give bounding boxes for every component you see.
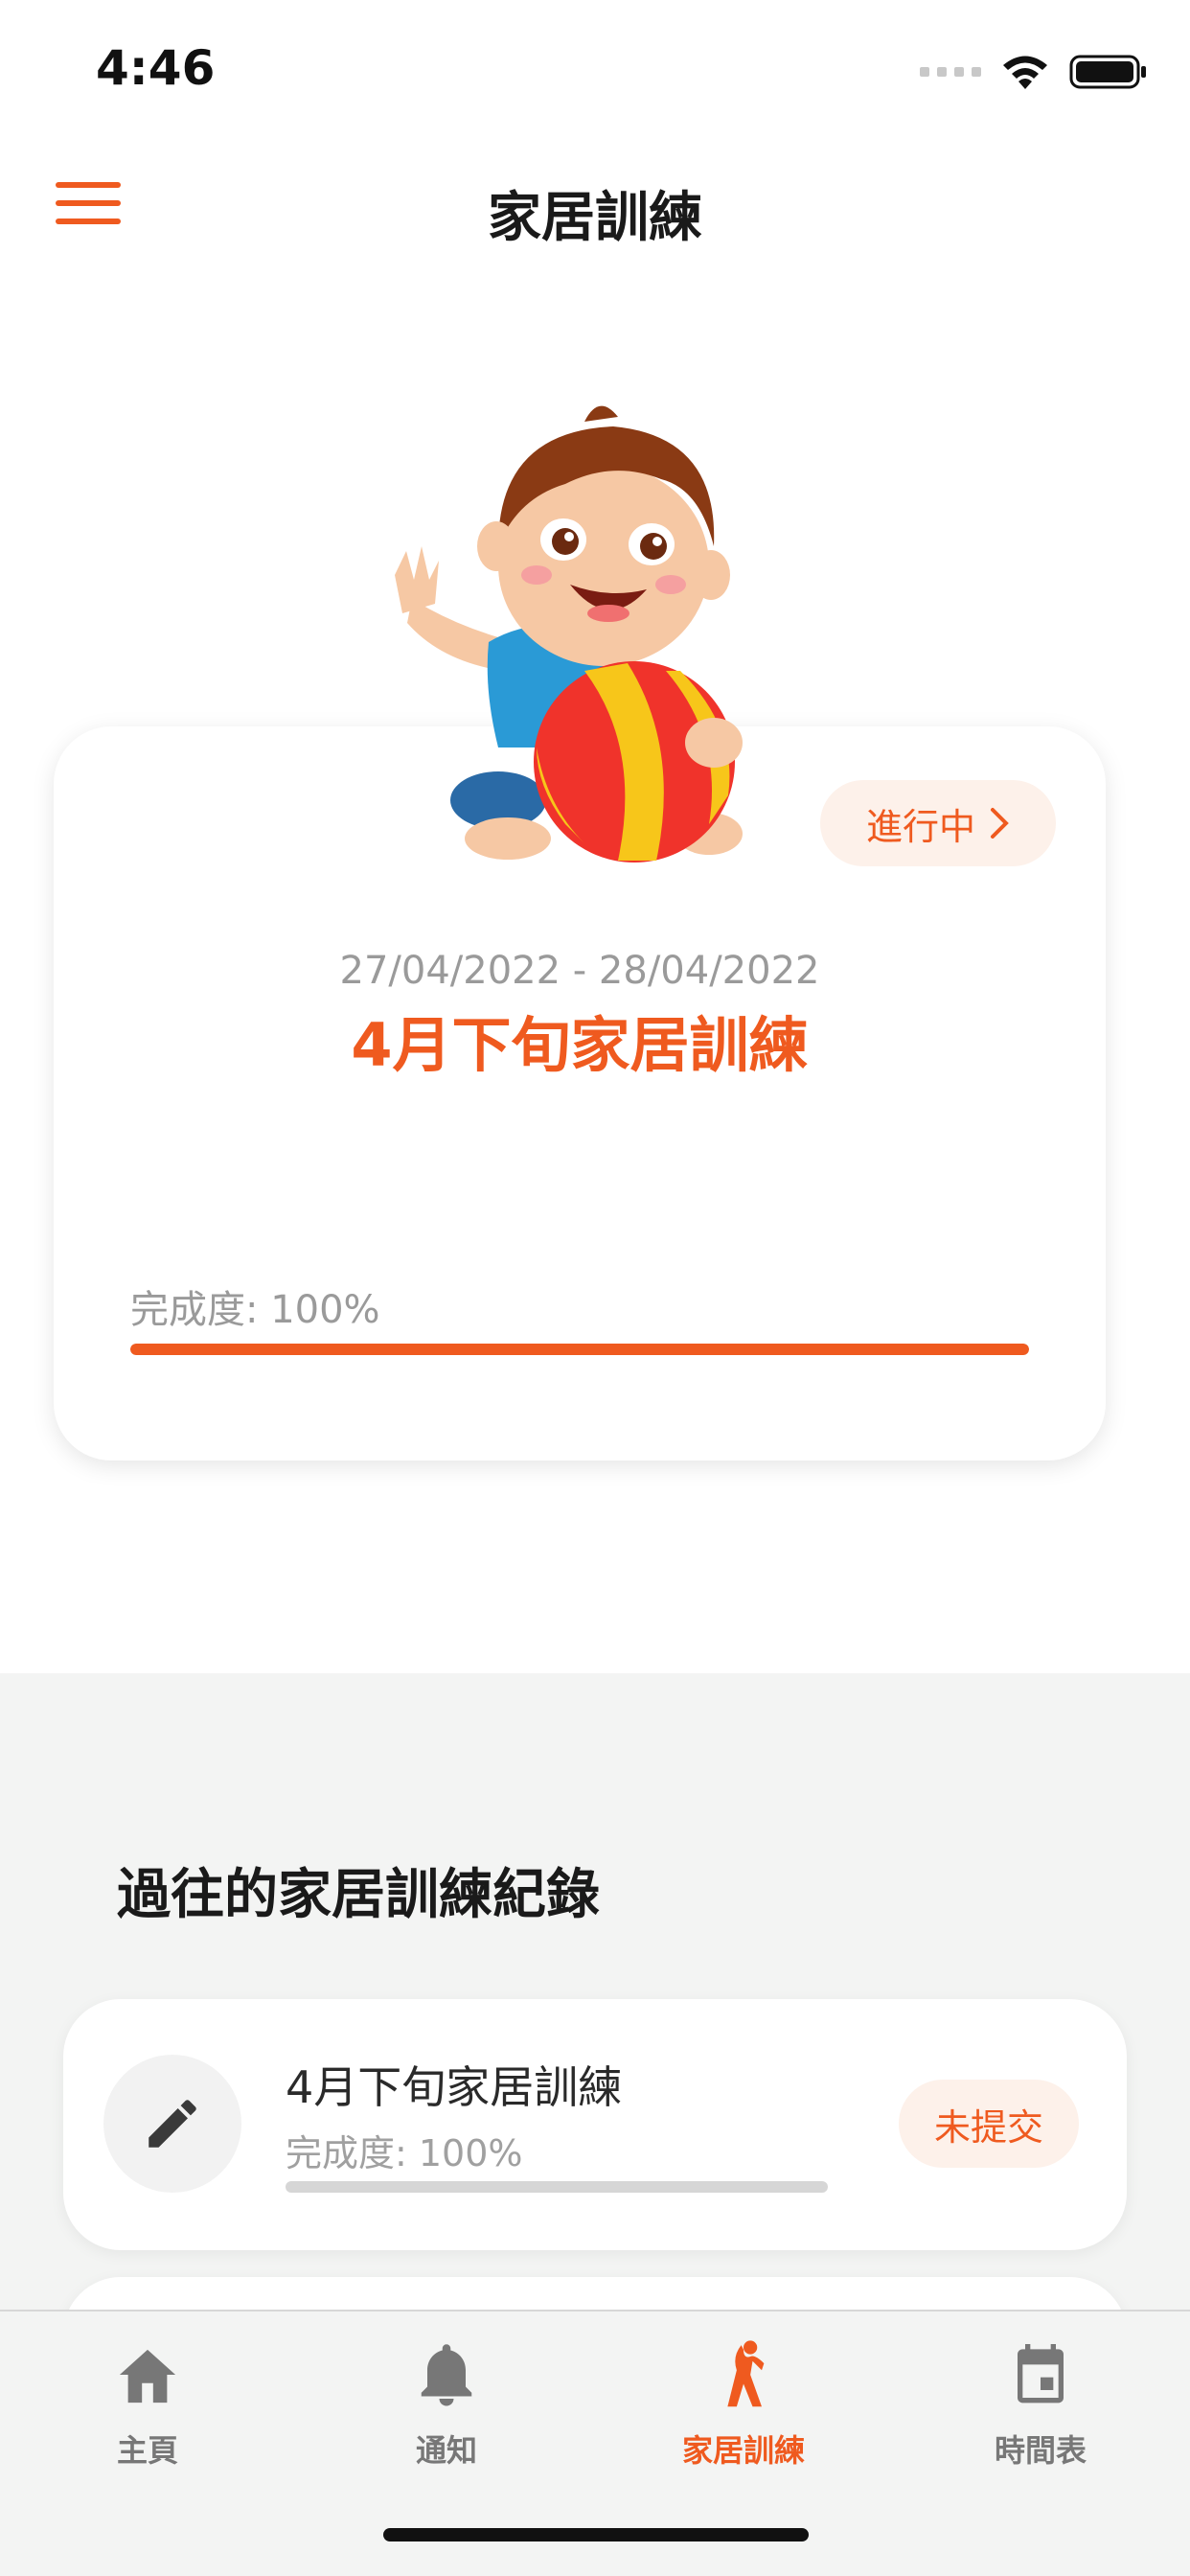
status-bar: 4:46 <box>0 0 1190 144</box>
nav-bar: 家居訓練 <box>0 144 1190 278</box>
tab-label: 主頁 <box>116 2432 178 2469</box>
bell-icon <box>421 2344 472 2406</box>
tab-home[interactable]: 主頁 <box>52 2336 243 2480</box>
status-icons <box>920 50 1148 94</box>
calendar-icon <box>1018 2344 1064 2404</box>
tab-label: 家居訓練 <box>681 2432 805 2469</box>
training-title: 4月下旬家居訓練 <box>351 1010 809 1080</box>
training-dates: 27/04/2022 - 28/04/2022 <box>339 949 820 993</box>
tab-label: 通知 <box>415 2432 477 2469</box>
history-heading: 過往的家居訓練紀錄 <box>117 1864 600 1926</box>
tab-timetable[interactable]: 時間表 <box>945 2336 1136 2480</box>
home-icon <box>119 2349 176 2404</box>
progress-label: 完成度: 100% <box>130 1288 380 1332</box>
baby-with-ball-illustration <box>395 405 743 862</box>
history-item[interactable]: 4月下旬家居訓練 完成度: 100% 未提交 <box>63 1999 1127 2250</box>
signal-icon <box>920 67 981 77</box>
status-time: 4:46 <box>96 40 216 96</box>
page-title: 家居訓練 <box>488 187 702 249</box>
wifi-icon <box>1003 56 1047 89</box>
progress-bar <box>130 1344 1029 1355</box>
home-indicator <box>383 2528 809 2542</box>
battery-icon <box>1069 55 1146 89</box>
pencil-icon <box>103 2055 241 2193</box>
status-pill-label: 進行中 <box>865 805 975 848</box>
exercise-icon <box>727 2340 765 2407</box>
history-item-progress-label: 完成度: 100% <box>286 2132 523 2174</box>
history-item-progress-bar <box>286 2181 828 2193</box>
history-item-title: 4月下旬家居訓練 <box>286 2061 623 2113</box>
chevron-right-icon <box>991 808 1009 839</box>
status-badge: 未提交 <box>899 2080 1079 2168</box>
tab-label: 時間表 <box>994 2432 1087 2469</box>
tab-notifications[interactable]: 通知 <box>351 2336 542 2480</box>
tab-home-training[interactable]: 家居訓練 <box>648 2336 839 2480</box>
progress-bar-fill <box>130 1344 1029 1355</box>
status-pill-in-progress[interactable]: 進行中 <box>820 780 1056 866</box>
